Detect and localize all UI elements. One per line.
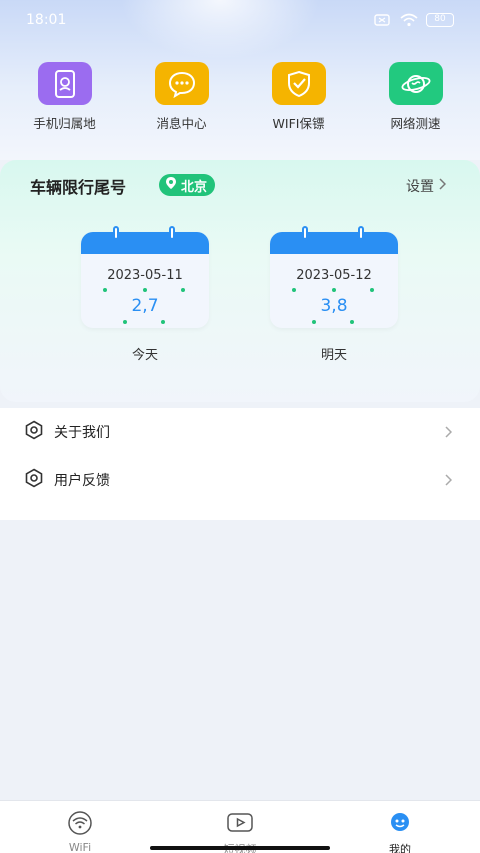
restriction-card: 车辆限行尾号 北京 设置 2023-05-11 2,7 今天 2023-05-1…	[0, 160, 480, 402]
calendar-ring	[169, 226, 175, 240]
planet-icon	[388, 62, 443, 105]
quick-action-speed-test[interactable]: 网络测速	[366, 62, 466, 132]
calendar-body: 2023-05-12 3,8	[270, 232, 398, 328]
decor-dot	[332, 288, 336, 292]
chevron-right-icon	[444, 472, 453, 491]
battery-level: 80	[434, 14, 446, 24]
chevron-right-icon	[444, 424, 453, 443]
calendar-date: 2023-05-12	[296, 268, 372, 283]
quick-action-phone-location[interactable]: 手机归属地	[15, 62, 115, 132]
decor-dot	[292, 288, 296, 292]
nav-tab-wifi[interactable]: WiFi	[20, 801, 140, 853]
location-pin-icon	[165, 176, 177, 194]
decor-dot	[103, 288, 107, 292]
menu-item-feedback[interactable]: 用户反馈	[0, 456, 480, 504]
sim-icon	[374, 14, 392, 26]
decor-dot	[370, 288, 374, 292]
calendar-header	[81, 232, 209, 254]
settings-label: 设置	[406, 179, 434, 195]
restricted-numbers: 2,7	[131, 296, 159, 316]
quick-action-label: WIFI保镖	[272, 116, 325, 131]
calendar-date: 2023-05-11	[107, 268, 183, 283]
settings-menu: 关于我们 用户反馈	[0, 408, 480, 520]
calendar-ring	[358, 226, 364, 240]
decor-dot	[181, 288, 185, 292]
city-badge[interactable]: 北京	[159, 174, 216, 196]
quick-action-label: 网络测速	[390, 116, 441, 131]
nav-label: WiFi	[68, 841, 92, 853]
calendar-today: 2023-05-11 2,7	[81, 226, 209, 332]
quick-action-message-center[interactable]: 消息中心	[132, 62, 232, 132]
menu-item-label: 用户反馈	[54, 473, 110, 489]
calendar-tomorrow: 2023-05-12 3,8	[270, 226, 398, 332]
phone-location-icon	[37, 62, 92, 105]
decor-dot	[123, 320, 127, 324]
hexagon-icon	[24, 420, 44, 444]
calendar-body: 2023-05-11 2,7	[81, 232, 209, 328]
quick-action-wifi-guard[interactable]: WIFI保镖	[249, 62, 349, 132]
nav-tab-mine[interactable]: 我的	[340, 801, 460, 853]
video-play-icon	[225, 811, 255, 839]
menu-item-label: 关于我们	[54, 425, 110, 441]
calendar-ring	[302, 226, 308, 240]
calendar-ring	[113, 226, 119, 240]
home-indicator	[150, 846, 330, 850]
menu-item-about[interactable]: 关于我们	[0, 408, 480, 456]
nav-label: 我的	[389, 843, 411, 853]
decor-dot	[312, 320, 316, 324]
day-label-tomorrow: 明天	[320, 348, 347, 363]
card-title: 车辆限行尾号	[30, 178, 127, 197]
shield-check-icon	[271, 62, 326, 105]
settings-link[interactable]: 设置	[406, 176, 447, 196]
hexagon-icon	[24, 468, 44, 492]
quick-action-label: 消息中心	[156, 116, 207, 131]
chevron-right-icon	[438, 178, 447, 194]
restricted-numbers: 3,8	[320, 296, 348, 316]
status-bar: 18:01 80	[0, 0, 480, 40]
city-name: 北京	[181, 179, 208, 195]
profile-icon	[385, 811, 415, 839]
day-label-today: 今天	[131, 348, 158, 363]
wifi-icon	[65, 811, 95, 839]
quick-actions: 手机归属地 消息中心 WIFI保镖 网络测速	[0, 62, 480, 132]
decor-dot	[143, 288, 147, 292]
battery-icon: 80	[426, 13, 454, 27]
quick-action-label: 手机归属地	[33, 116, 96, 131]
decor-dot	[161, 320, 165, 324]
status-icons: 80	[374, 13, 454, 27]
message-bubble-icon	[154, 62, 209, 105]
status-time: 18:01	[26, 12, 67, 28]
wifi-status-icon	[400, 13, 418, 27]
decor-dot	[350, 320, 354, 324]
calendar-header	[270, 232, 398, 254]
